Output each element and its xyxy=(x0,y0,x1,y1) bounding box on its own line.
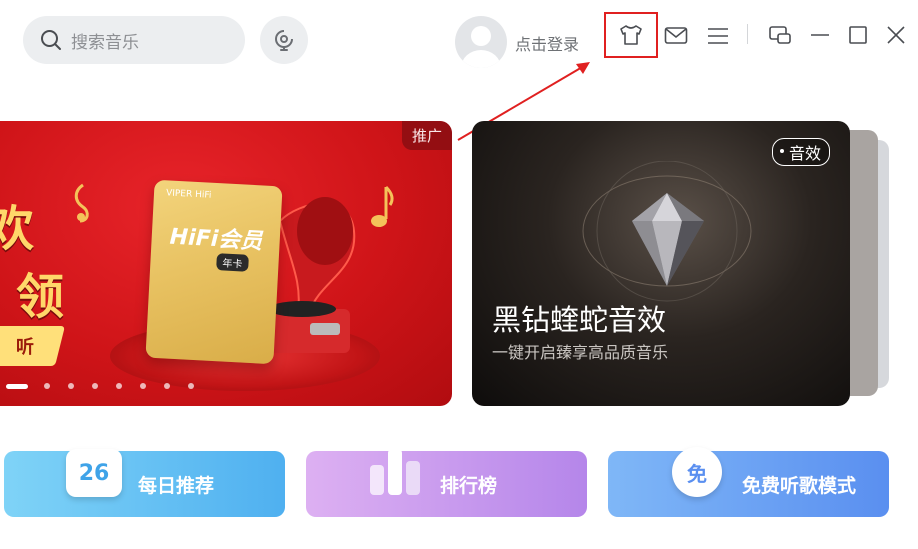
minimize-button[interactable] xyxy=(804,19,836,51)
mini-player-icon xyxy=(769,26,791,44)
promo-tag: 推广 xyxy=(401,121,452,150)
carousel-dot[interactable] xyxy=(44,383,50,389)
card-brand: VIPER HiFi xyxy=(165,188,212,201)
carousel-dot[interactable] xyxy=(116,383,122,389)
music-note-icon xyxy=(74,183,89,223)
banner-listen-text: 听 xyxy=(16,337,34,358)
main-menu-button[interactable] xyxy=(702,20,734,52)
carousel-indicator xyxy=(6,383,212,389)
hamburger-menu-icon xyxy=(708,28,728,44)
carousel-dot[interactable] xyxy=(92,383,98,389)
card-badge: 年卡 xyxy=(216,253,249,272)
music-recognition-icon xyxy=(275,30,293,51)
music-note-icon xyxy=(371,185,394,227)
banner-text-fragment: 领 xyxy=(16,269,65,325)
avatar[interactable] xyxy=(455,16,507,68)
banner-text-fragment: 欢 xyxy=(0,201,35,257)
calendar-date: 26 xyxy=(78,460,110,486)
carousel-dot[interactable] xyxy=(188,383,194,389)
free-badge-text: 免 xyxy=(687,461,707,486)
maximize-button[interactable] xyxy=(842,19,874,51)
carousel-dot[interactable] xyxy=(68,383,74,389)
user-avatar-icon xyxy=(461,26,501,68)
promo-banner-hifi[interactable]: 欢 领 听 VIPER HiFi HiFi会员 年卡 推广 xyxy=(0,121,452,406)
sound-effect-tag: 音效 xyxy=(771,138,830,166)
mini-mode-button[interactable] xyxy=(764,19,796,51)
carousel-dot[interactable] xyxy=(140,383,146,389)
card-name: HiFi会员 xyxy=(169,224,263,255)
search-input[interactable]: 搜索音乐 xyxy=(23,16,245,64)
search-icon xyxy=(41,30,61,50)
diamond-illustration xyxy=(582,161,752,302)
maximize-icon xyxy=(849,26,867,44)
mail-icon xyxy=(664,27,688,44)
carousel-dot-active[interactable] xyxy=(6,383,28,389)
daily-recommend-button[interactable]: 26 每日推荐 xyxy=(4,449,285,517)
close-icon xyxy=(887,26,905,44)
login-link[interactable]: 点击登录 xyxy=(515,31,579,55)
minimize-icon xyxy=(811,34,829,36)
banner-listen-pill: 听 xyxy=(0,326,65,366)
voice-search-button[interactable] xyxy=(260,16,308,64)
daily-recommend-label: 每日推荐 xyxy=(138,475,215,497)
calendar-icon: 26 xyxy=(66,449,122,497)
chart-ranking-button[interactable]: 排行榜 xyxy=(306,449,587,517)
skin-button[interactable] xyxy=(604,12,658,58)
free-listening-mode-button[interactable]: 免 免费听歌模式 xyxy=(608,447,889,517)
ranking-bars-icon xyxy=(370,449,420,495)
title-bar-divider xyxy=(747,24,748,44)
free-badge-icon: 免 xyxy=(672,447,722,497)
close-button[interactable] xyxy=(880,19,912,51)
banner-stack-card xyxy=(848,130,878,396)
shirt-icon xyxy=(620,25,642,45)
messages-button[interactable] xyxy=(660,20,692,52)
hifi-membership-card: VIPER HiFi HiFi会员 年卡 xyxy=(145,179,283,365)
chart-ranking-label: 排行榜 xyxy=(440,475,498,497)
sound-effect-banner[interactable]: 音效 黑钻蝰蛇音效 一键开启臻享高品质音乐 xyxy=(472,121,850,406)
banner-title: 黑钻蝰蛇音效 xyxy=(492,303,667,337)
free-listening-label: 免费听歌模式 xyxy=(742,475,857,497)
banner-subtitle: 一键开启臻享高品质音乐 xyxy=(492,343,669,362)
search-placeholder: 搜索音乐 xyxy=(71,32,139,53)
carousel-dot[interactable] xyxy=(164,383,170,389)
